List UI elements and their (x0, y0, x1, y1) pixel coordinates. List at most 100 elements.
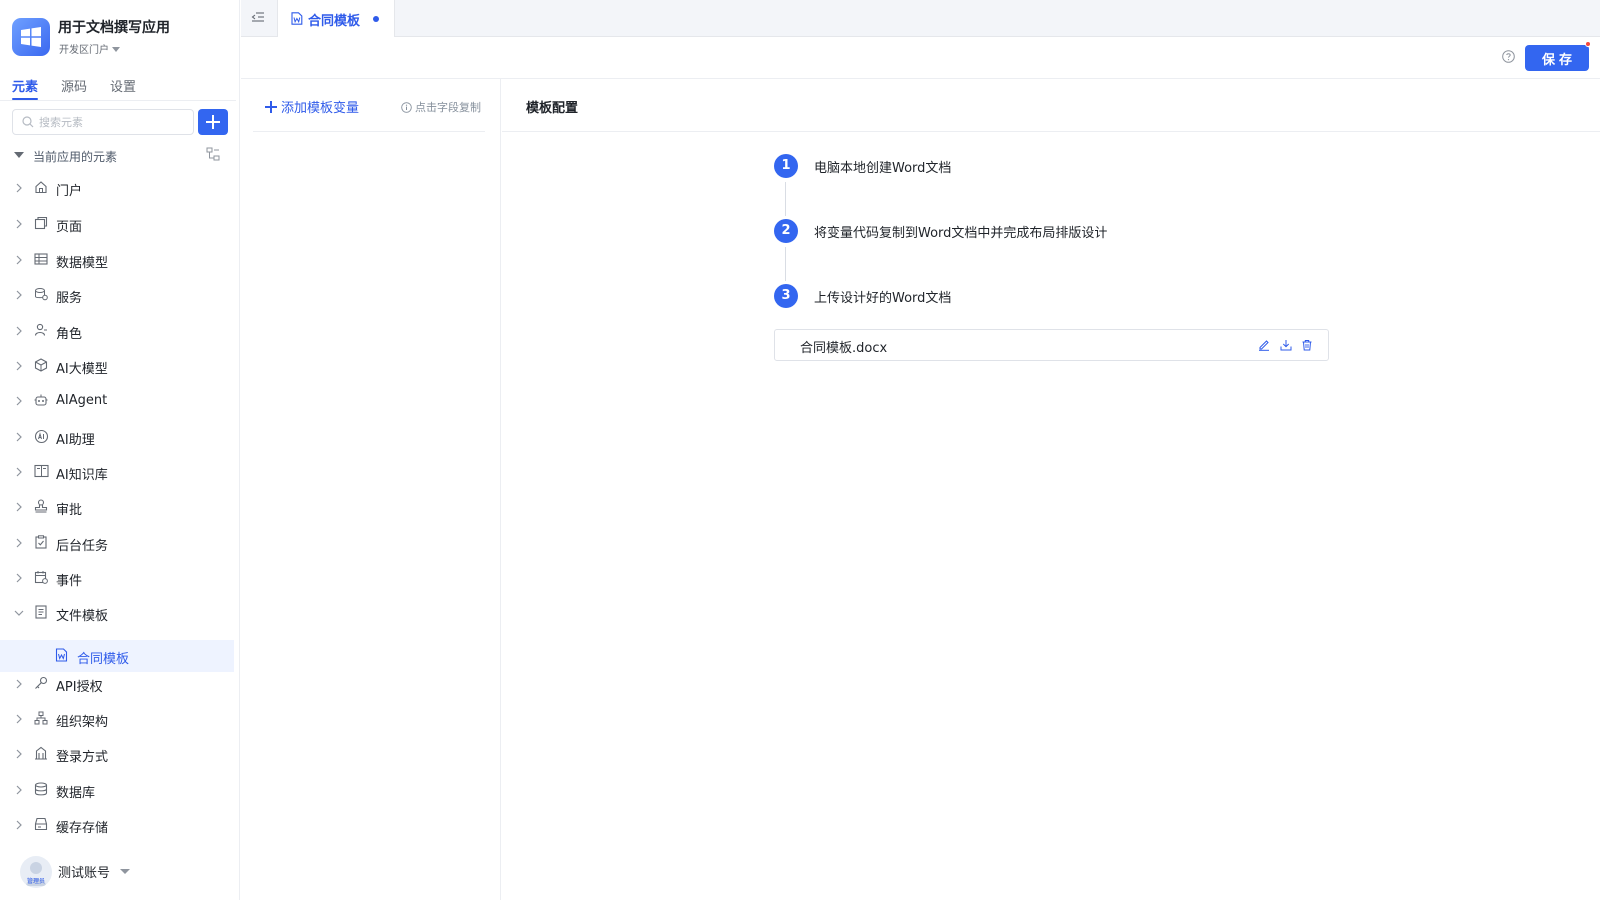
unsaved-badge (1585, 41, 1591, 47)
caret-down-icon (14, 152, 24, 158)
step-text: 将变量代码复制到Word文档中并完成布局排版设计 (814, 226, 1108, 241)
chevron-right-icon (16, 538, 22, 548)
download-icon[interactable] (1280, 339, 1292, 351)
windows-icon (21, 27, 41, 47)
tabs-divider (0, 100, 236, 101)
add-variable-label: 添加模板变量 (281, 101, 360, 116)
sidebar-item-approval[interactable]: 审批 (0, 491, 234, 523)
ai-icon (34, 429, 49, 444)
plus-icon (265, 101, 277, 113)
sidebar-item-label: 角色 (56, 327, 83, 342)
tab-label: 合同模板 (308, 14, 361, 29)
app-header[interactable]: 用于文档撰写应用 开发区门户 (12, 17, 232, 59)
panel-title: 模板配置 (526, 101, 579, 116)
role-badge: 管理员 (26, 878, 45, 885)
sidebar-item-page[interactable]: 页面 (0, 208, 234, 240)
sidebar-item-ai-agent[interactable]: AIAgent (0, 385, 234, 417)
sidebar-item-event[interactable]: 事件 (0, 562, 234, 594)
sidebar-item-ai-model[interactable]: AI大模型 (0, 350, 234, 382)
tab-elements[interactable]: 元素 (12, 76, 39, 100)
search-box[interactable] (12, 109, 194, 135)
edit-icon[interactable] (1258, 339, 1270, 351)
sidebar-item-label: 门户 (56, 184, 83, 199)
add-template-variable-button[interactable]: 添加模板变量 (265, 97, 359, 116)
sidebar-item-label: API授权 (56, 680, 103, 695)
storage-icon (34, 817, 48, 831)
sidebar-item-portal[interactable]: 门户 (0, 172, 234, 204)
step-number: 3 (774, 284, 798, 308)
tab-source[interactable]: 源码 (61, 76, 87, 95)
chevron-right-icon (16, 820, 22, 830)
search-icon (22, 116, 34, 128)
sidebar-item-label: 缓存存储 (56, 821, 109, 836)
chevron-right-icon (16, 749, 22, 759)
tab-contract-template[interactable]: 合同模板 (277, 0, 395, 37)
sidebar-item-service[interactable]: 服务 (0, 279, 234, 311)
step-text: 电脑本地创建Word文档 (814, 161, 952, 176)
sidebar-item-label: 组织架构 (56, 715, 109, 730)
sidebar-item-label: 事件 (56, 574, 83, 589)
sidebar-item-label: AI大模型 (56, 362, 108, 377)
database-icon (34, 782, 48, 796)
step-connector (785, 247, 786, 281)
panel-divider (253, 131, 485, 132)
word-doc-icon (55, 648, 68, 662)
sidebar-item-role[interactable]: 角色 (0, 315, 234, 347)
key-icon (35, 676, 48, 689)
sidebar-item-label: 数据模型 (56, 256, 109, 271)
chevron-right-icon (16, 219, 22, 229)
step-connector (785, 182, 786, 216)
sidebar-item-data-model[interactable]: 数据模型 (0, 244, 234, 276)
building-icon (35, 746, 47, 760)
template-variables-panel: 添加模板变量 点击字段复制 (241, 79, 501, 900)
sidebar-item-cache-storage[interactable]: 缓存存储 (0, 809, 234, 841)
uploaded-file: 合同模板.docx (774, 329, 1329, 361)
chevron-right-icon (16, 361, 22, 371)
home-icon (35, 181, 47, 194)
task-icon (35, 535, 47, 549)
sidebar-item-label: AI知识库 (56, 468, 108, 483)
sidebar-item-file-template[interactable]: 文件模板 (0, 597, 234, 629)
chevron-right-icon (16, 290, 22, 300)
chevron-right-icon (16, 573, 22, 583)
user-menu[interactable]: 管理员 测试账号 (20, 856, 220, 888)
current-app-elements-header[interactable]: 当前应用的元素 (12, 146, 232, 166)
sidebar-item-label: 页面 (56, 220, 83, 235)
save-button[interactable]: 保存 (1525, 45, 1589, 71)
search-input[interactable] (39, 113, 189, 131)
sidebar-item-organization[interactable]: 组织架构 (0, 703, 234, 735)
collapse-sidebar-icon[interactable] (251, 10, 265, 24)
book-icon (34, 464, 49, 478)
sidebar-item-label: AIAgent (56, 393, 108, 408)
tree-view-icon[interactable] (206, 147, 220, 161)
sidebar-item-label: AI助理 (56, 433, 95, 448)
delete-icon[interactable] (1301, 339, 1313, 351)
doc-icon (35, 605, 47, 619)
sidebar-item-label: 文件模板 (56, 609, 109, 624)
sidebar-item-label: 合同模板 (77, 652, 130, 667)
sidebar-item-ai-assistant[interactable]: AI助理 (0, 421, 234, 453)
role-icon (34, 323, 47, 336)
chevron-right-icon (16, 396, 22, 406)
tab-settings[interactable]: 设置 (110, 76, 136, 95)
step-number: 1 (774, 154, 798, 178)
calendar-icon (34, 571, 48, 584)
add-element-button[interactable] (198, 109, 228, 135)
chevron-right-icon (16, 326, 22, 336)
copy-hint: 点击字段复制 (401, 99, 481, 115)
sidebar-item-login-method[interactable]: 登录方式 (0, 738, 234, 770)
panel-divider (502, 131, 1600, 132)
word-doc-icon (291, 12, 303, 25)
sidebar-item-label: 数据库 (56, 786, 96, 801)
editor-tab-bar: 合同模板 (241, 0, 1600, 37)
portal-selector[interactable]: 开发区门户 (59, 41, 120, 56)
help-icon[interactable] (1502, 50, 1515, 63)
sidebar-item-database[interactable]: 数据库 (0, 774, 234, 806)
sidebar-item-background-task[interactable]: 后台任务 (0, 527, 234, 559)
unsaved-indicator (373, 16, 379, 22)
info-icon (401, 102, 412, 113)
sidebar-item-ai-knowledge[interactable]: AI知识库 (0, 456, 234, 488)
app-window: 用于文档撰写应用 开发区门户 元素 源码 设置 当前应用的元素 (0, 0, 1600, 900)
sidebar-item-api-auth[interactable]: API授权 (0, 668, 234, 700)
portal-label: 开发区门户 (59, 45, 109, 56)
